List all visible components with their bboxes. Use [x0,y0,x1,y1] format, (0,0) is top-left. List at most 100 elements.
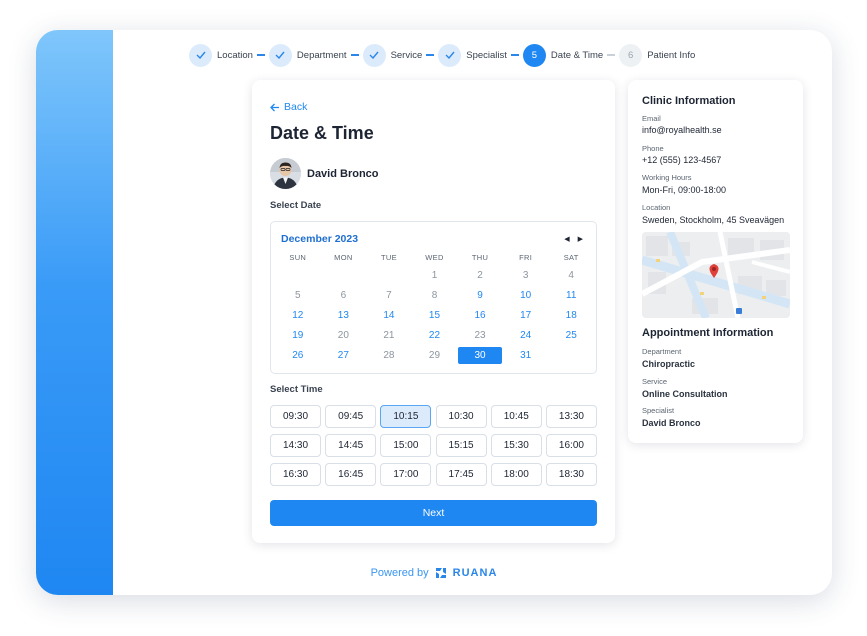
decorative-side-band [36,30,113,595]
weekday-header: WED [425,253,444,262]
calendar-day[interactable]: 9 [457,286,503,306]
time-slot[interactable]: 15:15 [435,434,487,457]
step-number: 5 [522,43,546,67]
calendar-day: 23 [457,326,503,346]
weekday-header: SUN [289,253,307,262]
calendar-day-number: 5 [295,290,301,301]
step-label: Date & Time [550,49,604,61]
calendar-day[interactable]: 31 [503,346,549,366]
phone-value: +12 (555) 123-4567 [642,155,722,165]
calendar-day: 28 [366,346,412,366]
calendar-day[interactable]: 17 [503,306,549,326]
select-time-label: Select Time [270,384,323,395]
hours-value: Mon-Fri, 09:00-18:00 [642,185,727,195]
info-panel: Clinic Information Email info@royalhealt… [628,80,803,443]
calendar-day[interactable]: 11 [548,286,594,306]
calendar-day-number: 3 [522,270,529,281]
step-service[interactable]: Service [362,43,422,67]
calendar-day-number: 10 [520,290,532,301]
calendar-day[interactable]: 18 [548,306,594,326]
calendar-day: 21 [366,326,412,346]
time-slot[interactable]: 16:30 [270,463,321,486]
calendar-day[interactable]: 27 [321,346,367,366]
calendar-day[interactable]: 19 [275,326,321,346]
service-label: Service [642,377,668,386]
calendar-day-number: 16 [474,310,486,321]
time-slot[interactable]: 17:45 [435,463,487,486]
next-month-icon[interactable]: ▶ [578,235,583,243]
step-connector [256,54,265,56]
calendar-day: 6 [321,286,367,306]
calendar-day[interactable]: 13 [321,306,367,326]
email-label: Email [642,114,661,123]
calendar-day-number: 27 [337,350,349,361]
calendar-day[interactable]: 16 [457,306,503,326]
time-slot[interactable]: 18:00 [490,463,542,486]
doctor-summary: David Bronco [270,158,379,189]
time-slot[interactable]: 15:30 [490,434,542,457]
check-icon [189,43,212,67]
calendar-day-number: 8 [431,290,438,301]
calendar-day: 3 [503,266,549,286]
back-link[interactable]: Back [270,101,307,113]
weekday-header: TUE [380,253,397,262]
hours-label: Working Hours [642,173,692,182]
calendar-day[interactable]: 10 [503,286,549,306]
step-department[interactable]: Department [268,43,347,67]
calendar-day[interactable]: 26 [275,346,321,366]
step-specialist[interactable]: Specialist [438,43,507,67]
time-slot[interactable]: 18:30 [545,463,597,486]
calendar-day-number: 29 [428,350,441,361]
calendar-day-number: 15 [428,310,441,321]
time-slot-selected[interactable]: 10:15 [380,405,432,428]
prev-month-icon[interactable]: ◀ [564,235,569,243]
time-slot[interactable]: 09:45 [325,405,377,428]
powered-by-label: Powered by [370,567,429,579]
calendar-day: 29 [412,346,458,366]
appointment-info-title: Appointment Information [642,327,774,339]
doctor-name: David Bronco [307,167,379,180]
calendar-day[interactable]: 24 [503,326,549,346]
email-value[interactable]: info@royalhealth.se [642,125,722,135]
time-slot[interactable]: 13:30 [545,405,597,428]
time-slot[interactable]: 10:45 [490,405,542,428]
calendar-day[interactable]: 14 [366,306,412,326]
calendar-day[interactable]: 22 [412,326,458,346]
calendar-blank [275,266,321,286]
time-slot[interactable]: 17:00 [380,463,432,486]
calendar-day-number: 31 [520,350,532,361]
step-date-time[interactable]: 5 Date & Time [522,43,604,67]
phone-label: Phone [642,144,664,153]
department-value: Chiropractic [642,359,696,369]
calendar-day-number: 25 [565,330,577,341]
calendar-day-number: 12 [292,310,304,321]
calendar-day: 2 [457,266,503,286]
calendar-day[interactable]: 15 [412,306,458,326]
booking-stepper: Location Department Service Specialist 5 [189,43,695,67]
calendar-day[interactable]: 12 [275,306,321,326]
calendar-month: December 2023 [281,233,359,245]
calendar-day-number: 22 [428,330,441,341]
calendar-day-number: 30 [458,347,503,364]
time-slot[interactable]: 10:30 [435,405,487,428]
calendar: December 2023 ◀ ▶ SUN MON TUE WED THU FRI SAT 1… [270,221,597,374]
select-date-label: Select Date [270,200,322,211]
time-slot[interactable]: 15:00 [380,434,432,457]
weekday-header: FRI [519,253,533,262]
step-location[interactable]: Location [189,43,253,67]
location-map[interactable] [642,232,790,318]
calendar-day-number: 17 [520,310,532,321]
time-slot[interactable]: 14:30 [270,434,321,457]
calendar-day-number: 19 [292,330,304,341]
time-slot[interactable]: 09:30 [270,405,321,428]
calendar-day-selected[interactable]: 30 [457,346,503,366]
next-button[interactable]: Next [270,500,597,526]
back-label: Back [284,101,308,113]
time-slot[interactable]: 16:45 [325,463,377,486]
ruana-logo-icon [435,568,446,578]
time-slot[interactable]: 14:45 [325,434,377,457]
calendar-day[interactable]: 25 [548,326,594,346]
calendar-blank [321,266,367,286]
time-slot[interactable]: 16:00 [545,434,597,457]
service-value: Online Consultation [642,389,728,399]
